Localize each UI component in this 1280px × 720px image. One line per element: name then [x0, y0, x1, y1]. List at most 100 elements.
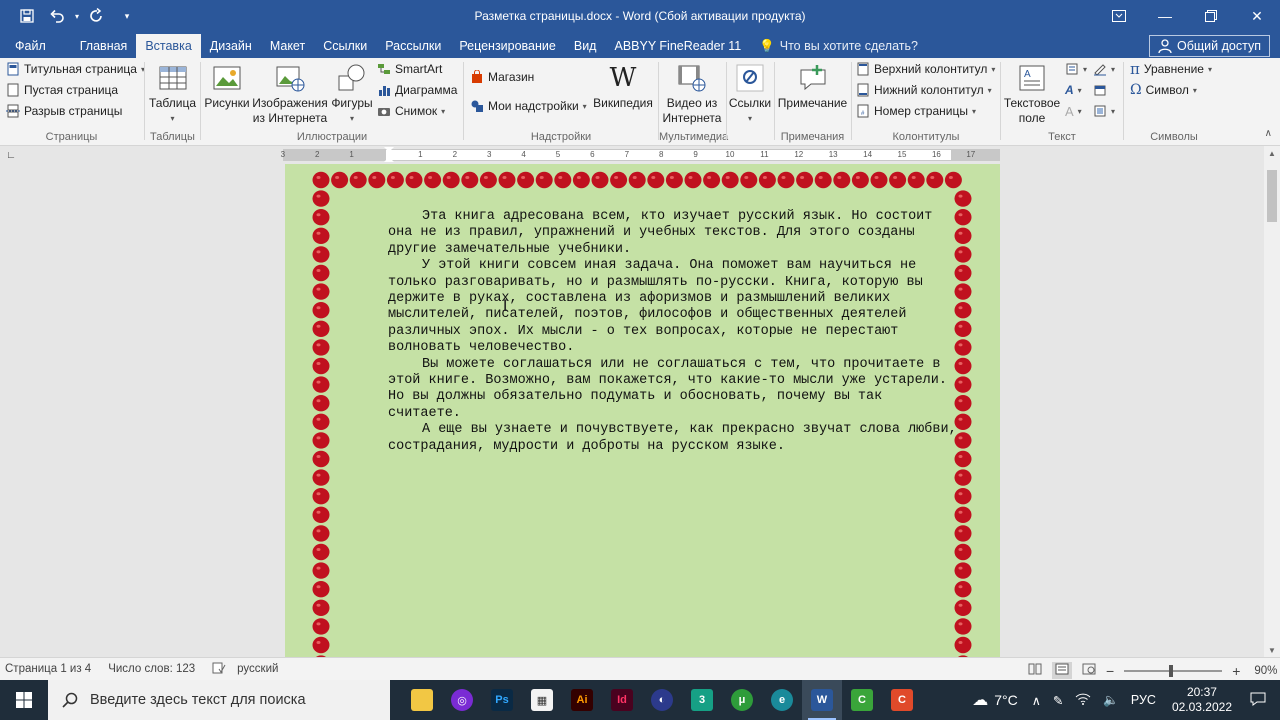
first-line-indent-marker[interactable]	[384, 147, 394, 152]
tab-selector-icon[interactable]: ∟	[4, 148, 18, 162]
screenshot-button[interactable]: Снимок ▾	[377, 101, 445, 121]
blank-page-button[interactable]: Пустая страница	[6, 80, 118, 100]
read-mode-icon[interactable]	[1028, 663, 1042, 678]
customize-quick-access-icon[interactable]: ▾	[112, 0, 142, 32]
document-page[interactable]: Эта книга адресована всем, кто изучает р…	[285, 164, 1000, 657]
table-button[interactable]: Таблица ▾	[149, 62, 196, 126]
edge-icon[interactable]: e	[762, 680, 802, 720]
vertical-scrollbar[interactable]: ▲ ▼	[1264, 146, 1280, 657]
horizontal-ruler[interactable]: 3 2 1 1 2 3 4 5 6 7 8 9 10 11 12 13 14 15 16 17	[281, 147, 1000, 162]
pen-icon[interactable]: ✎	[1053, 693, 1063, 708]
undo-icon[interactable]	[42, 0, 72, 32]
drop-cap-button[interactable]: A ▾	[1065, 101, 1082, 121]
zoom-slider-thumb[interactable]	[1169, 664, 1174, 677]
document-area[interactable]: Эта книга адресована всем, кто изучает р…	[0, 164, 1264, 657]
wordart-button[interactable]: A ▾	[1065, 80, 1082, 100]
indesign-icon[interactable]: Id	[602, 680, 642, 720]
proofing-icon[interactable]	[212, 662, 226, 677]
word-count[interactable]: Число слов: 123	[108, 663, 195, 675]
minimize-button[interactable]: —	[1142, 0, 1188, 32]
weather-icon[interactable]: ☁	[972, 690, 988, 710]
wikipedia-button[interactable]: W Википедия	[590, 62, 656, 111]
camtasia-red-icon[interactable]: C	[882, 680, 922, 720]
collapse-ribbon-icon[interactable]: ∧	[1265, 128, 1272, 139]
scrollbar-thumb[interactable]	[1267, 170, 1277, 222]
header-button[interactable]: Верхний колонтитул ▾	[856, 59, 995, 79]
paragraph[interactable]: Эта книга адресована всем, кто изучает р…	[388, 209, 958, 258]
microsoft-store-icon[interactable]: ▦	[522, 680, 562, 720]
redo-icon[interactable]	[82, 0, 112, 32]
chart-button[interactable]: Диаграмма	[377, 80, 457, 100]
taskbar-search-box[interactable]: Введите здесь текст для поиска	[48, 680, 390, 720]
paragraph[interactable]: А еще вы узнаете и почувствуете, как пре…	[388, 422, 958, 455]
links-button[interactable]: Ссылки ▾	[727, 62, 773, 126]
title-page-button[interactable]: Титульная страница ▾	[6, 59, 145, 79]
word-taskbar-icon[interactable]: W	[802, 680, 842, 720]
wifi-icon[interactable]	[1075, 693, 1091, 708]
language-indicator[interactable]: русский	[237, 663, 278, 675]
tab-mailings[interactable]: Рассылки	[376, 34, 450, 58]
store-button[interactable]: Магазин	[470, 67, 534, 87]
shapes-button[interactable]: Фигуры ▾	[328, 62, 376, 126]
symbol-button[interactable]: Ω Символ ▾	[1130, 80, 1197, 100]
volume-icon[interactable]: 🔈	[1103, 693, 1119, 708]
maximize-button[interactable]	[1188, 0, 1234, 32]
online-video-button[interactable]: Видео из Интернета	[661, 62, 723, 126]
signature-line-button[interactable]: ▾	[1093, 59, 1115, 79]
page-number-button[interactable]: # Номер страницы ▾	[856, 101, 976, 121]
input-language[interactable]: РУС	[1131, 693, 1156, 707]
object-button[interactable]: ▾	[1093, 101, 1115, 121]
web-layout-icon[interactable]	[1082, 663, 1096, 678]
cinema4d-icon[interactable]: ◐	[642, 680, 682, 720]
tab-review[interactable]: Рецензирование	[450, 34, 565, 58]
tab-design[interactable]: Дизайн	[201, 34, 261, 58]
equation-button[interactable]: π Уравнение ▾	[1130, 59, 1212, 79]
ribbon-display-options-icon[interactable]	[1096, 0, 1142, 32]
close-button[interactable]: ✕	[1234, 0, 1280, 32]
page-count[interactable]: Страница 1 из 4	[5, 663, 91, 675]
textbox-button[interactable]: A Текстовое поле	[1001, 62, 1063, 126]
pictures-button[interactable]: Рисунки	[203, 62, 251, 111]
zoom-level[interactable]: 90%	[1254, 665, 1277, 677]
notifications-icon[interactable]	[1250, 692, 1266, 709]
comment-button[interactable]: Примечание	[775, 62, 850, 111]
undo-dropdown-icon[interactable]: ▾	[72, 0, 82, 32]
temperature[interactable]: 7°C	[994, 692, 1018, 708]
paragraph[interactable]: Вы можете соглашаться или не соглашаться…	[388, 357, 958, 423]
tab-references[interactable]: Ссылки	[314, 34, 376, 58]
tab-layout[interactable]: Макет	[261, 34, 314, 58]
tab-view[interactable]: Вид	[565, 34, 606, 58]
camtasia-green-icon[interactable]: C	[842, 680, 882, 720]
paragraph[interactable]: У этой книги совсем иная задача. Она пом…	[388, 258, 958, 356]
zoom-slider[interactable]	[1124, 664, 1223, 677]
zoom-out-button[interactable]: −	[1106, 663, 1114, 679]
quick-parts-button[interactable]: ▾	[1065, 59, 1087, 79]
zoom-in-button[interactable]: +	[1232, 663, 1240, 679]
podcast-app-icon[interactable]: ◎	[442, 680, 482, 720]
online-pictures-button[interactable]: Изображения из Интернета	[251, 62, 329, 126]
footer-button[interactable]: Нижний колонтитул ▾	[856, 80, 992, 100]
tab-insert[interactable]: Вставка	[136, 34, 201, 58]
chevron-up-icon[interactable]: ∧	[1032, 693, 1041, 708]
date-time-button[interactable]	[1093, 80, 1107, 100]
scroll-up-icon[interactable]: ▲	[1264, 146, 1280, 160]
3d-app-icon[interactable]: 3	[682, 680, 722, 720]
utorrent-icon[interactable]: μ	[722, 680, 762, 720]
windows-start-icon[interactable]	[0, 680, 48, 720]
tab-home[interactable]: Главная	[71, 34, 137, 58]
scroll-down-icon[interactable]: ▼	[1264, 643, 1280, 657]
page-break-button[interactable]: Разрыв страницы	[6, 101, 122, 121]
tell-me-search[interactable]: 💡 Что вы хотите сделать?	[750, 34, 927, 58]
illustrator-icon[interactable]: Ai	[562, 680, 602, 720]
tab-abbyy[interactable]: ABBYY FineReader 11	[605, 34, 750, 58]
save-icon[interactable]	[12, 0, 42, 32]
my-addins-button[interactable]: Мои надстройки ▾	[470, 96, 587, 116]
share-button[interactable]: Общий доступ	[1149, 35, 1270, 57]
hanging-indent-marker[interactable]	[384, 157, 394, 162]
document-body[interactable]: Эта книга адресована всем, кто изучает р…	[388, 209, 958, 455]
tab-file[interactable]: Файл	[6, 34, 55, 58]
clock[interactable]: 20:37 02.03.2022	[1172, 685, 1232, 715]
smartart-button[interactable]: SmartArt	[377, 59, 442, 79]
print-layout-icon[interactable]	[1052, 662, 1072, 679]
photoshop-icon[interactable]: Ps	[482, 680, 522, 720]
